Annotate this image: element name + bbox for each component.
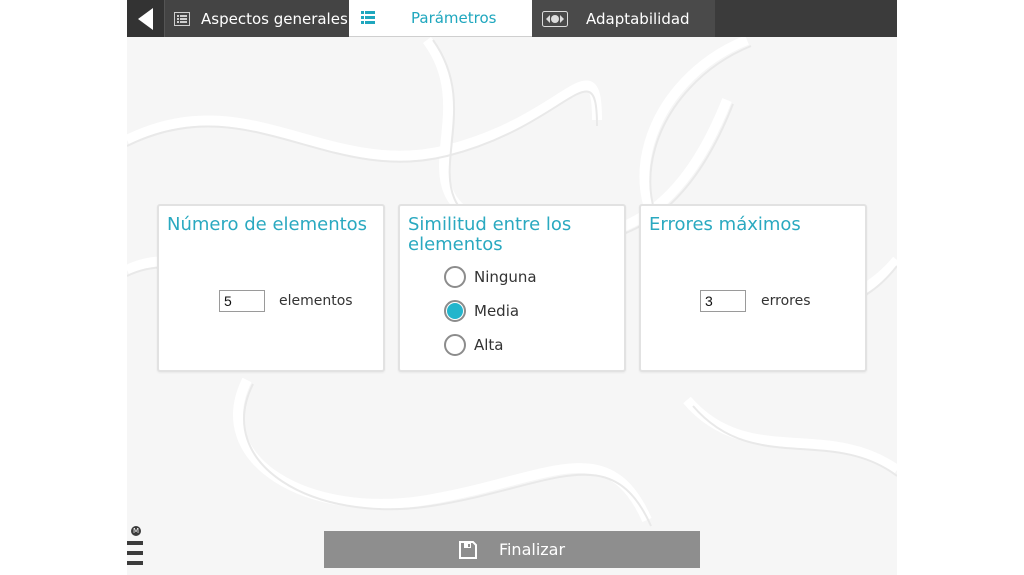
menu-bar-icon [127, 541, 143, 545]
menu-badge: M [131, 526, 141, 536]
back-button[interactable] [127, 0, 165, 37]
finish-button-label: Finalizar [498, 540, 566, 559]
tab-adaptability[interactable]: Adaptabilidad [532, 0, 715, 37]
element-count-card: Número de elementos elementos [157, 204, 385, 372]
menu-bar-icon [127, 561, 143, 565]
save-icon [458, 540, 477, 559]
adaptability-icon [542, 10, 568, 28]
tab-parameters-label: Parámetros [411, 9, 497, 27]
tab-general[interactable]: Aspectos generales [165, 0, 349, 37]
menu-button[interactable]: M [127, 526, 145, 574]
element-count-row: elementos [159, 290, 383, 312]
similarity-option-medium[interactable]: Media [444, 300, 519, 322]
element-count-unit: elementos [279, 293, 353, 309]
finish-button[interactable]: Finalizar [324, 531, 700, 568]
radio-button[interactable] [444, 334, 466, 356]
max-errors-row: errores [641, 290, 865, 312]
max-errors-title: Errores máximos [649, 214, 801, 235]
tab-general-label: Aspectos generales [201, 9, 348, 28]
similarity-option-label: Ninguna [474, 268, 537, 286]
tab-parameters[interactable]: Parámetros [349, 0, 532, 37]
similarity-card: Similitud entre los elementos Ninguna Me… [398, 204, 626, 372]
radio-button-selected[interactable] [444, 300, 466, 322]
menu-bar-icon [127, 551, 143, 555]
similarity-option-high[interactable]: Alta [444, 334, 504, 356]
tab-adaptability-label: Adaptabilidad [586, 9, 690, 28]
similarity-option-label: Alta [474, 336, 504, 354]
list-panel-icon [173, 10, 191, 28]
element-count-title: Número de elementos [167, 214, 368, 235]
max-errors-input[interactable] [700, 290, 746, 312]
top-navigation-bar: Aspectos generales Parámetros Adaptabili… [127, 0, 897, 37]
back-arrow-icon [137, 7, 153, 30]
app-window: Aspectos generales Parámetros Adaptabili… [127, 0, 897, 575]
parameters-list-icon [359, 9, 377, 27]
similarity-option-none[interactable]: Ninguna [444, 266, 537, 288]
similarity-option-label: Media [474, 302, 520, 320]
similarity-title: Similitud entre los elementos [408, 214, 572, 255]
radio-button[interactable] [444, 266, 466, 288]
max-errors-unit: errores [761, 293, 811, 309]
element-count-input[interactable] [219, 290, 265, 312]
max-errors-card: Errores máximos errores [639, 204, 867, 372]
